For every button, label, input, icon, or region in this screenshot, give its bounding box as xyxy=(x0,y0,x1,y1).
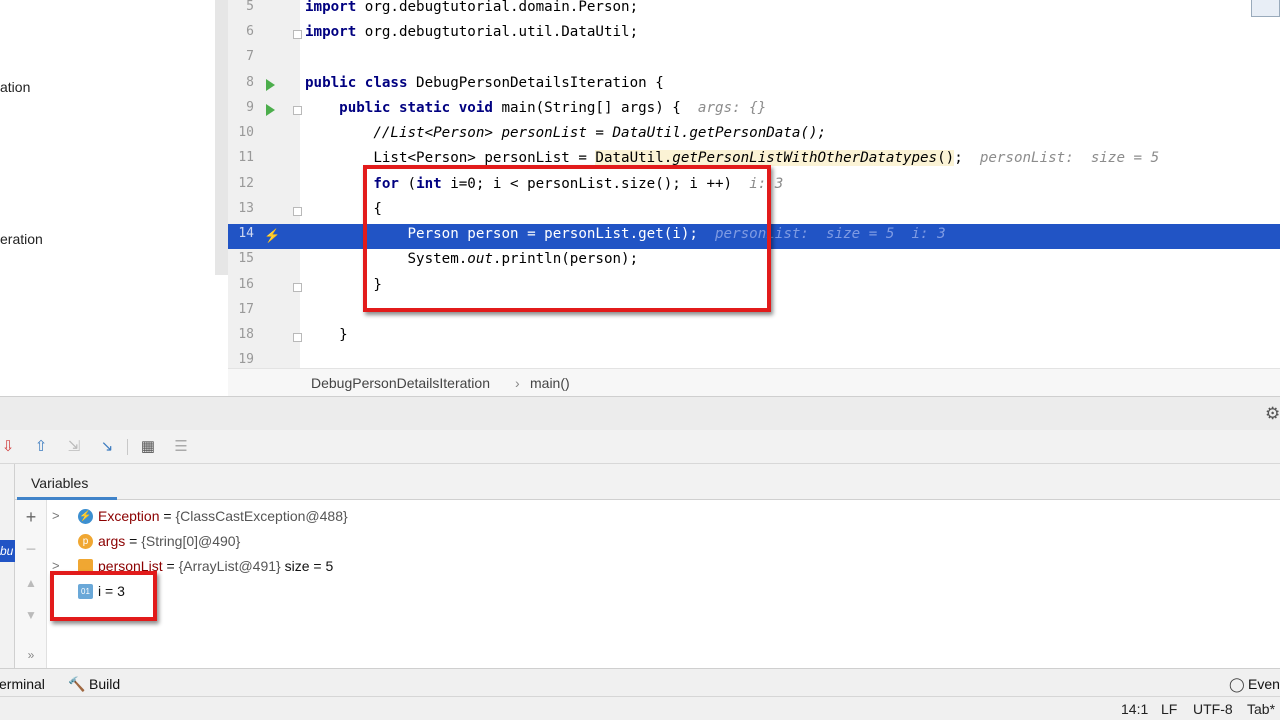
line-number: 6 xyxy=(246,24,254,39)
evaluate-expression-icon[interactable]: ▦ xyxy=(138,438,158,456)
tab-build[interactable]: Build xyxy=(89,676,120,692)
tab-terminal[interactable]: erminal xyxy=(0,676,45,692)
trace-icon[interactable]: ☰ xyxy=(171,438,191,456)
variable-value: {ArrayList@491} xyxy=(178,558,281,574)
code-line[interactable]: 18 } xyxy=(228,325,1280,350)
run-to-cursor-icon[interactable]: ↘ xyxy=(97,438,117,456)
fold-icon[interactable] xyxy=(293,207,302,216)
frames-panel[interactable]: bu xyxy=(0,464,15,668)
code-text: import org.debugtutorial.domain.Person; xyxy=(305,0,639,15)
breadcrumb: DebugPersonDetailsIteration › main() xyxy=(228,368,1280,396)
line-number: 14 xyxy=(238,226,254,241)
line-number: 19 xyxy=(238,352,254,367)
run-gutter-icon[interactable] xyxy=(266,104,275,116)
code-line[interactable]: 5 import org.debugtutorial.domain.Person… xyxy=(228,0,1280,22)
project-tree-item[interactable]: ation xyxy=(0,79,30,95)
code-line[interactable]: 6 import org.debugtutorial.util.DataUtil… xyxy=(228,22,1280,47)
variables-side-toolbar: + − ▲ ▼ » xyxy=(15,500,47,668)
variable-value: {ClassCastException@488} xyxy=(175,508,348,524)
code-comment: //List<Person> personList = DataUtil.get… xyxy=(305,125,827,141)
fold-icon[interactable] xyxy=(293,333,302,342)
line-number: 5 xyxy=(246,0,254,14)
line-number: 7 xyxy=(246,49,254,64)
parameter-icon: p xyxy=(78,534,93,549)
status-bar: 14:1 LF UTF-8 Tab* xyxy=(0,696,1280,720)
breadcrumb-method[interactable]: main() xyxy=(530,375,570,391)
line-number: 15 xyxy=(238,251,254,266)
project-scrollbar[interactable] xyxy=(215,0,228,275)
step-out-icon[interactable]: ⇧ xyxy=(31,438,51,456)
code-line[interactable]: 7 xyxy=(228,47,1280,72)
line-number: 18 xyxy=(238,327,254,342)
move-up-icon[interactable]: ▲ xyxy=(21,573,41,593)
line-number: 16 xyxy=(238,277,254,292)
line-separator[interactable]: LF xyxy=(1161,701,1177,717)
gear-icon[interactable]: ⚙ xyxy=(1265,404,1280,424)
variables-tab-bar: Variables xyxy=(15,464,1280,500)
code-text: } xyxy=(305,327,348,343)
code-text: List<Person> personList = DataUtil.getPe… xyxy=(305,150,1160,166)
variable-row[interactable]: > personList = {ArrayList@491} size = 5 xyxy=(47,554,1247,579)
hammer-icon: 🔨 xyxy=(68,676,86,692)
tab-event-log[interactable]: Event xyxy=(1248,676,1280,692)
code-line[interactable]: 10 //List<Person> personList = DataUtil.… xyxy=(228,123,1280,148)
code-line[interactable]: 19 xyxy=(228,350,1280,368)
fold-icon[interactable] xyxy=(293,30,302,39)
code-line[interactable]: 8 public class DebugPersonDetailsIterati… xyxy=(228,73,1280,98)
variable-annotation-box xyxy=(50,571,157,621)
variable-row[interactable]: p args = {String[0]@490} xyxy=(47,529,1247,554)
exception-icon: ⚡ xyxy=(78,509,93,524)
code-text: public static void main(String[] args) {… xyxy=(339,100,767,116)
code-annotation-box xyxy=(363,165,771,312)
step-into-icon[interactable]: ⇩ xyxy=(0,438,18,456)
line-number: 11 xyxy=(238,150,254,165)
add-watch-button[interactable]: + xyxy=(21,507,41,527)
variable-row[interactable]: > ⚡ Exception = {ClassCastException@488} xyxy=(47,504,1247,529)
event-log-icon: ◯ xyxy=(1229,676,1245,692)
move-down-icon[interactable]: ▼ xyxy=(21,605,41,625)
line-number: 8 xyxy=(246,75,254,90)
fold-icon[interactable] xyxy=(293,106,302,115)
line-number: 17 xyxy=(238,302,254,317)
breadcrumb-separator: › xyxy=(515,375,520,391)
breadcrumb-class[interactable]: DebugPersonDetailsIteration xyxy=(311,375,490,391)
debug-header: ⚙ xyxy=(0,396,1280,430)
toolbar-divider xyxy=(127,439,128,455)
caret-position[interactable]: 14:1 xyxy=(1121,701,1148,717)
inline-debug-hint: args: {} xyxy=(697,100,767,116)
line-number: 13 xyxy=(238,201,254,216)
expand-arrow-icon[interactable]: > xyxy=(52,508,60,523)
drop-frame-icon[interactable]: ⇲ xyxy=(64,438,84,456)
line-number: 9 xyxy=(246,100,254,115)
tab-variables[interactable]: Variables xyxy=(17,464,117,500)
project-tree-item[interactable]: eration xyxy=(0,231,43,247)
more-button[interactable]: » xyxy=(21,645,41,665)
variable-extra: size = 5 xyxy=(284,558,334,574)
inline-debug-hint: personList: size = 5 xyxy=(979,150,1160,166)
variable-name: Exception xyxy=(98,508,160,524)
variables-tree[interactable]: > ⚡ Exception = {ClassCastException@488}… xyxy=(47,500,1280,668)
tab-label: Variables xyxy=(31,475,89,491)
indent-setting[interactable]: Tab* xyxy=(1247,701,1275,717)
line-number: 10 xyxy=(238,125,254,140)
project-panel: ation eration xyxy=(0,0,228,396)
run-gutter-icon[interactable] xyxy=(266,79,275,91)
variable-value: {String[0]@490} xyxy=(141,533,241,549)
line-number: 12 xyxy=(238,176,254,191)
remove-watch-button[interactable]: − xyxy=(21,539,41,559)
window-control[interactable] xyxy=(1251,0,1280,17)
debug-toolbar: ⇩ ⇧ ⇲ ↘ ▦ ☰ xyxy=(0,430,1280,464)
code-text: public class DebugPersonDetailsIteration… xyxy=(305,75,664,91)
selected-frame[interactable]: bu xyxy=(0,540,15,562)
file-encoding[interactable]: UTF-8 xyxy=(1193,701,1233,717)
fold-icon[interactable] xyxy=(293,283,302,292)
variable-name: args xyxy=(98,533,126,549)
code-text: import org.debugtutorial.util.DataUtil; xyxy=(305,24,639,40)
exception-breakpoint-icon[interactable]: ⚡ xyxy=(264,228,280,244)
variable-row[interactable]: 01 i = 3 xyxy=(47,579,1247,604)
code-line[interactable]: 9 public static void main(String[] args)… xyxy=(228,98,1280,123)
tool-window-bar: erminal 🔨 Build ◯ Event xyxy=(0,668,1280,696)
